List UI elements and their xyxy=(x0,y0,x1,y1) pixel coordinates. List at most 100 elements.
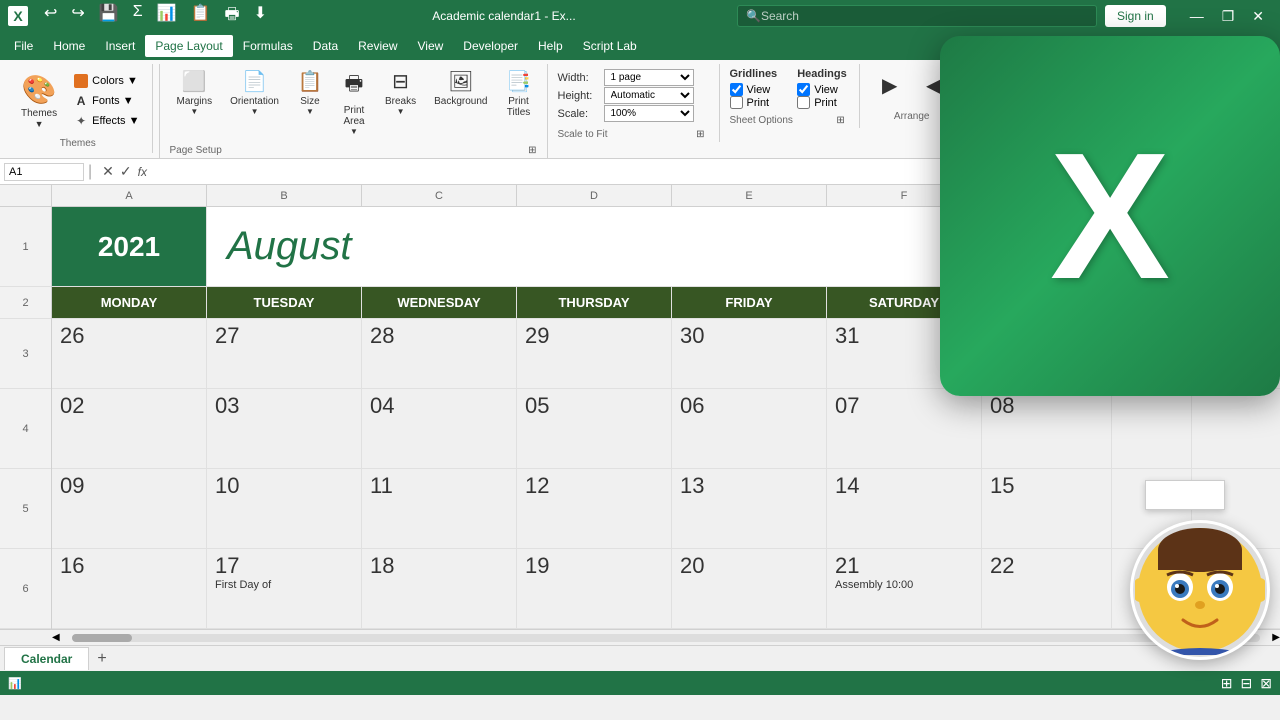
cell-04[interactable]: 04 xyxy=(362,389,517,468)
confirm-icon[interactable]: ✓ xyxy=(118,163,134,180)
margins-button[interactable]: ⬜ Margins ▼ xyxy=(170,64,220,121)
cell-19[interactable]: 19 xyxy=(517,549,672,628)
breaks-button[interactable]: ⊟ Breaks ▼ xyxy=(378,64,423,121)
white-box-overlay xyxy=(1145,480,1225,510)
cell-22[interactable]: 22 xyxy=(982,549,1112,628)
menu-script-lab[interactable]: Script Lab xyxy=(573,35,647,57)
menu-file[interactable]: File xyxy=(4,35,43,57)
horizontal-scrollbar[interactable]: ◀ ▶ xyxy=(0,629,1280,645)
cell-17[interactable]: 17 First Day of xyxy=(207,549,362,628)
cell-02[interactable]: 02 xyxy=(52,389,207,468)
maximize-button[interactable]: ❐ xyxy=(1214,6,1243,27)
size-button[interactable]: 📋 Size ▼ xyxy=(290,64,330,121)
width-select[interactable]: 1 page xyxy=(604,69,694,86)
col-header-d[interactable]: D xyxy=(517,185,672,206)
effects-button[interactable]: ✦ Effects ▼ xyxy=(70,112,143,130)
sheet-tab-calendar[interactable]: Calendar xyxy=(4,647,89,670)
scale-select[interactable]: 100% xyxy=(604,105,694,122)
chart-button[interactable]: 📊 xyxy=(153,1,181,32)
gridlines-print-checkbox[interactable] xyxy=(730,96,743,109)
menu-formulas[interactable]: Formulas xyxy=(233,35,303,57)
autosum-button[interactable]: Σ xyxy=(129,1,147,32)
cell-27[interactable]: 27 xyxy=(207,319,362,388)
print-titles-button[interactable]: 📑 Print Titles xyxy=(499,64,539,123)
headings-view-checkbox[interactable] xyxy=(797,83,810,96)
sign-in-button[interactable]: Sign in xyxy=(1105,5,1166,27)
col-header-c[interactable]: C xyxy=(362,185,517,206)
height-select[interactable]: Automatic xyxy=(604,87,694,104)
cell-20[interactable]: 20 xyxy=(672,549,827,628)
breaks-icon: ⊟ xyxy=(392,69,409,94)
cell-26[interactable]: 26 xyxy=(52,319,207,388)
scroll-left-arrow[interactable]: ◀ xyxy=(52,632,60,643)
menu-developer[interactable]: Developer xyxy=(453,35,528,57)
col-header-b[interactable]: B xyxy=(207,185,362,206)
cell-16[interactable]: 16 xyxy=(52,549,207,628)
scroll-thumb[interactable] xyxy=(72,634,132,642)
arrange-forward-button[interactable]: ▶ xyxy=(870,68,910,103)
cell-29[interactable]: 29 xyxy=(517,319,672,388)
menu-home[interactable]: Home xyxy=(43,35,95,57)
scroll-track[interactable] xyxy=(72,634,1261,642)
minimize-button[interactable]: — xyxy=(1182,6,1212,27)
row-6: 16 17 First Day of 18 19 20 21 Assembly … xyxy=(52,549,1280,629)
print-area-button[interactable]: 🖶 Print Area ▼ xyxy=(334,64,374,141)
cell-10[interactable]: 10 xyxy=(207,469,362,548)
width-row: Width: 1 page xyxy=(558,69,707,86)
name-box[interactable] xyxy=(4,163,84,181)
scroll-inner: ◀ ▶ xyxy=(52,632,1280,643)
scale-expand[interactable]: ⊞ xyxy=(694,127,706,142)
cell-05[interactable]: 05 xyxy=(517,389,672,468)
add-sheet-button[interactable]: + xyxy=(89,648,114,670)
close-button[interactable]: ✕ xyxy=(1244,6,1272,27)
page-setup-expand[interactable]: ⊞ xyxy=(526,143,538,158)
normal-view-button[interactable]: ⊞ xyxy=(1221,675,1233,692)
cell-07[interactable]: 07 xyxy=(827,389,982,468)
page-break-view-button[interactable]: ⊠ xyxy=(1260,675,1272,692)
sheet-options-expand[interactable]: ⊞ xyxy=(834,113,846,128)
search-box[interactable]: 🔍 xyxy=(737,5,1097,27)
gridlines-view-checkbox[interactable] xyxy=(730,83,743,96)
cell-06[interactable]: 06 xyxy=(672,389,827,468)
clipboard-button[interactable]: 📋 xyxy=(187,1,215,32)
cell-30[interactable]: 30 xyxy=(672,319,827,388)
col-header-e[interactable]: E xyxy=(672,185,827,206)
themes-button[interactable]: 🎨 Themes ▼ xyxy=(12,68,66,134)
dropdown-arrow[interactable]: ⬇ xyxy=(250,1,271,32)
undo-button[interactable]: ↩ xyxy=(40,1,61,32)
menu-insert[interactable]: Insert xyxy=(95,35,145,57)
menu-page-layout[interactable]: Page Layout xyxy=(145,35,232,57)
menu-data[interactable]: Data xyxy=(303,35,348,57)
search-input[interactable] xyxy=(761,9,1061,23)
fonts-button[interactable]: A Fonts ▼ xyxy=(70,92,143,110)
cancel-icon[interactable]: ✕ xyxy=(100,163,116,180)
cell-year[interactable]: 2021 xyxy=(52,207,207,286)
cell-21[interactable]: 21 Assembly 10:00 xyxy=(827,549,982,628)
orientation-button[interactable]: 📄 Orientation ▼ xyxy=(223,64,286,121)
cell-18[interactable]: 18 xyxy=(362,549,517,628)
cell-11[interactable]: 11 xyxy=(362,469,517,548)
cell-13[interactable]: 13 xyxy=(672,469,827,548)
menu-help[interactable]: Help xyxy=(528,35,573,57)
scroll-right-arrow[interactable]: ▶ xyxy=(1272,632,1280,643)
redo-button[interactable]: ↪ xyxy=(67,1,88,32)
cell-28[interactable]: 28 xyxy=(362,319,517,388)
cell-12[interactable]: 12 xyxy=(517,469,672,548)
gridlines-title: Gridlines xyxy=(730,68,778,80)
print-titles-label: Print xyxy=(508,96,529,107)
menu-review[interactable]: Review xyxy=(348,35,407,57)
headings-print-checkbox[interactable] xyxy=(797,96,810,109)
menu-view[interactable]: View xyxy=(408,35,454,57)
colors-button[interactable]: Colors ▼ xyxy=(70,72,143,90)
cell-15[interactable]: 15 xyxy=(982,469,1112,548)
page-setup-label: Page Setup xyxy=(170,145,222,156)
page-layout-view-button[interactable]: ⊟ xyxy=(1241,675,1253,692)
background-button[interactable]: 🖼 Background xyxy=(427,64,494,112)
print-button[interactable]: 🖶 xyxy=(220,1,243,32)
col-header-a[interactable]: A xyxy=(52,185,207,206)
save-button[interactable]: 💾 xyxy=(95,1,123,32)
cell-09[interactable]: 09 xyxy=(52,469,207,548)
cell-03[interactable]: 03 xyxy=(207,389,362,468)
cell-14[interactable]: 14 xyxy=(827,469,982,548)
cell-08[interactable]: 08 xyxy=(982,389,1112,468)
